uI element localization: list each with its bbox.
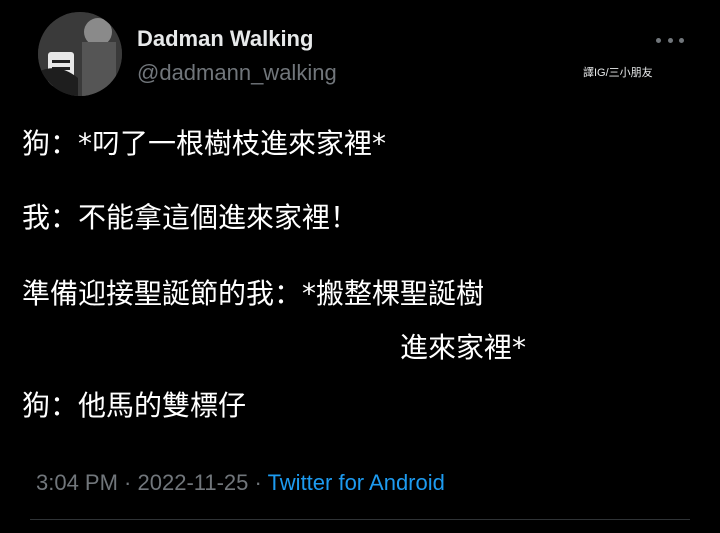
author-name[interactable]: Dadman Walking — [137, 26, 313, 52]
avatar-photo-icon — [38, 12, 122, 96]
tweet-card: Dadman Walking @dadmann_walking 譯IG/三小朋友… — [0, 0, 720, 533]
tweet-source-link[interactable]: Twitter for Android — [268, 470, 445, 495]
tweet-line: 進來家裡* — [400, 331, 527, 364]
tweet-time[interactable]: 3:04 PM — [36, 470, 118, 495]
translation-credit: 譯IG/三小朋友 — [583, 67, 653, 79]
dot-icon — [656, 37, 661, 43]
meta-separator: · — [117, 470, 138, 495]
divider — [30, 519, 690, 520]
author-handle[interactable]: @dadmann_walking — [137, 60, 337, 86]
tweet-line: 狗：*叼了一根樹枝進來家裡* — [22, 127, 387, 160]
tweet-line: 我：不能拿這個進來家裡！ — [22, 201, 359, 234]
avatar[interactable] — [38, 12, 122, 96]
dot-icon — [679, 37, 684, 43]
tweet-date[interactable]: 2022-11-25 — [138, 470, 249, 495]
tweet-meta: 3:04 PM · 2022-11-25 · Twitter for Andro… — [36, 470, 445, 496]
tweet-line: 狗：他馬的雙標仔 — [22, 389, 247, 422]
meta-separator: · — [248, 470, 268, 495]
dot-icon — [667, 37, 673, 43]
tweet-line: 準備迎接聖誕節的我：*搬整棵聖誕樹 — [22, 277, 485, 310]
more-options-icon[interactable] — [656, 32, 684, 48]
